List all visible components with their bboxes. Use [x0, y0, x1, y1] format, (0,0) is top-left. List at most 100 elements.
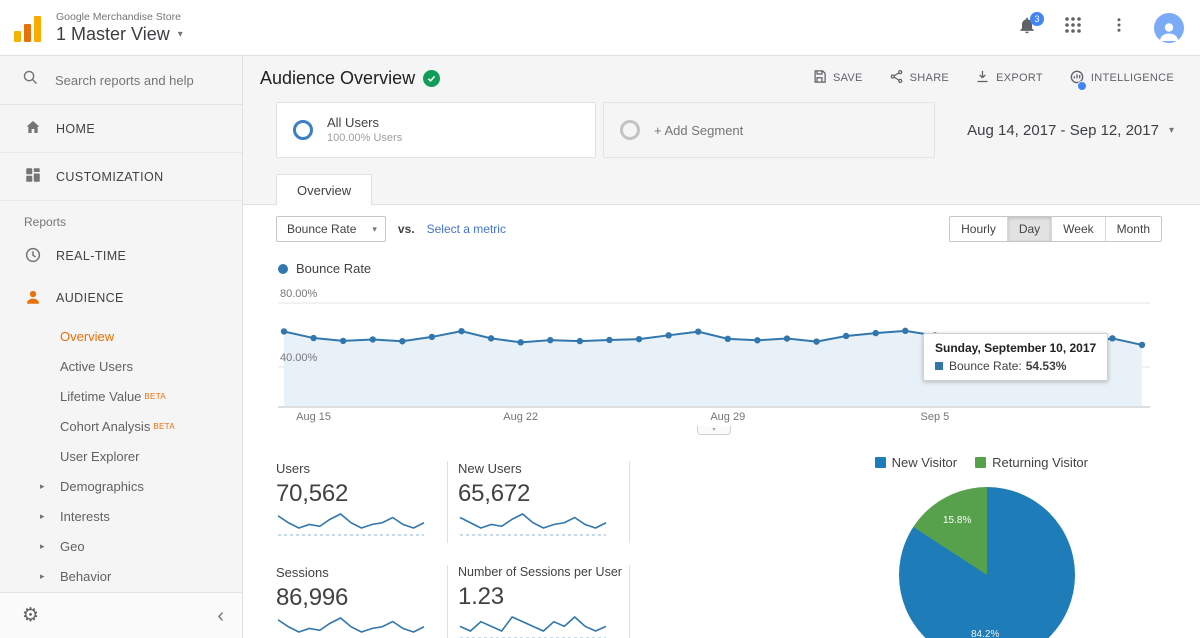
collapse-sidebar-icon[interactable]: ‹ — [217, 606, 224, 626]
submenu-label: Overview — [60, 329, 114, 344]
tooltip-date: Sunday, September 10, 2017 — [935, 341, 1096, 355]
select-metric-link[interactable]: Select a metric — [427, 222, 506, 236]
share-button[interactable]: SHARE — [889, 69, 949, 87]
new-users-sparkline — [458, 510, 608, 540]
google-analytics-logo[interactable] — [14, 14, 44, 42]
summary-metrics: Users 70,562 New Users 65,672 Sessions 8… — [276, 461, 630, 638]
visitor-type-pie-chart[interactable]: 15.8% 84.2% — [899, 487, 1075, 638]
granularity-month-button[interactable]: Month — [1105, 217, 1161, 241]
submenu-label: Lifetime Value — [60, 389, 141, 404]
bounce-rate-line-chart[interactable]: 80.00% 40.00% Aug 15Aug 22Aug 29Sep 5 ▾ … — [278, 283, 1150, 441]
metric-value: 86,996 — [276, 584, 439, 612]
date-range-text: Aug 14, 2017 - Sep 12, 2017 — [967, 122, 1159, 139]
granularity-hourly-button[interactable]: Hourly — [950, 217, 1007, 241]
returning-visitor-swatch — [975, 457, 986, 468]
metric-value: 65,672 — [458, 480, 621, 508]
add-segment-button[interactable]: + Add Segment — [603, 102, 935, 158]
sidebar-item-cohort-analysis[interactable]: Cohort Analysis BETA — [0, 411, 242, 441]
sidebar-item-realtime[interactable]: REAL-TIME — [0, 235, 242, 277]
sidebar-item-behavior[interactable]: ▸ Behavior — [0, 561, 242, 591]
series-dot-icon — [278, 264, 288, 274]
y-axis-label: 80.00% — [280, 288, 317, 300]
sidebar-search[interactable] — [0, 56, 242, 105]
metric-label: Number of Sessions per User — [458, 565, 621, 579]
chart-tooltip: Sunday, September 10, 2017 Bounce Rate: … — [923, 333, 1108, 381]
view-caret-icon[interactable]: ▾ — [178, 29, 183, 40]
tab-overview[interactable]: Overview — [276, 174, 372, 205]
account-name: Google Merchandise Store — [56, 11, 183, 24]
users-sparkline — [276, 510, 426, 540]
sidebar-item-geo[interactable]: ▸ Geo — [0, 531, 242, 561]
granularity-week-button[interactable]: Week — [1051, 217, 1104, 241]
y-axis-label: 40.00% — [280, 352, 317, 364]
submenu-label: Interests — [60, 509, 110, 524]
vs-label: vs. — [398, 222, 415, 236]
pie-slice-label-new: 84.2% — [971, 629, 999, 638]
sidebar-item-label: AUDIENCE — [56, 291, 124, 305]
search-input[interactable] — [53, 72, 213, 89]
sidebar-item-label: CUSTOMIZATION — [56, 170, 164, 184]
share-icon — [889, 69, 904, 87]
expand-arrow-icon[interactable]: ▸ — [40, 481, 45, 492]
settings-gear-icon[interactable]: ⚙ — [22, 604, 39, 627]
verified-check-icon — [423, 70, 440, 87]
date-range-selector[interactable]: Aug 14, 2017 - Sep 12, 2017 ▾ — [967, 122, 1174, 139]
sidebar-item-home[interactable]: HOME — [0, 105, 242, 153]
account-view-block: Google Merchandise Store 1 Master View ▾ — [56, 11, 183, 44]
submenu-label: User Explorer — [60, 449, 139, 464]
add-segment-label: + Add Segment — [654, 123, 743, 138]
segment-all-users[interactable]: All Users 100.00% Users — [276, 102, 596, 158]
metric-selector-dropdown[interactable]: Bounce Rate ▾ — [276, 216, 386, 242]
overflow-menu-button[interactable] — [1108, 17, 1130, 39]
submenu-label: Behavior — [60, 569, 111, 584]
home-icon — [24, 118, 42, 139]
timeline-scrubber-handle[interactable]: ▾ — [697, 426, 731, 435]
beta-badge: BETA — [153, 422, 175, 431]
sidebar-item-user-explorer[interactable]: User Explorer — [0, 441, 242, 471]
sidebar-item-interests[interactable]: ▸ Interests — [0, 501, 242, 531]
x-axis-labels: Aug 15Aug 22Aug 29Sep 5 — [278, 411, 1150, 425]
segment-title: All Users — [327, 115, 402, 131]
export-button[interactable]: EXPORT — [975, 69, 1043, 87]
sidebar-item-lifetime-value[interactable]: Lifetime Value BETA — [0, 381, 242, 411]
beta-badge: BETA — [144, 392, 166, 401]
expand-arrow-icon[interactable]: ▸ — [40, 511, 45, 522]
main-panel: Audience Overview SAVE — [243, 56, 1200, 638]
report-header-area: Audience Overview SAVE — [243, 56, 1200, 205]
expand-arrow-icon[interactable]: ▸ — [40, 571, 45, 582]
metric-sessions: Sessions 86,996 — [276, 565, 448, 638]
metric-value: 70,562 — [276, 480, 439, 508]
legend-label: New Visitor — [892, 455, 958, 470]
sidebar-item-demographics[interactable]: ▸ Demographics — [0, 471, 242, 501]
page-title: Audience Overview — [260, 68, 415, 89]
intelligence-label: INTELLIGENCE — [1091, 72, 1174, 84]
export-download-icon — [975, 69, 990, 87]
save-label: SAVE — [833, 72, 863, 84]
apps-grid-button[interactable] — [1062, 17, 1084, 39]
granularity-day-button[interactable]: Day — [1007, 217, 1051, 241]
view-selector[interactable]: 1 Master View — [56, 24, 170, 44]
save-button[interactable]: SAVE — [812, 69, 863, 87]
tab-label: Overview — [297, 183, 351, 198]
expand-arrow-icon[interactable]: ▸ — [40, 541, 45, 552]
user-avatar[interactable] — [1154, 13, 1184, 43]
notifications-button[interactable]: 3 — [1016, 17, 1038, 39]
sidebar-item-customization[interactable]: CUSTOMIZATION — [0, 153, 242, 201]
submenu-label: Demographics — [60, 479, 144, 494]
pie-legend: New Visitor Returning Visitor — [888, 455, 1088, 470]
sidebar-item-audience[interactable]: AUDIENCE — [0, 277, 242, 319]
chart-series-legend: Bounce Rate — [278, 261, 371, 276]
segment-ring-icon — [293, 120, 313, 140]
sidebar-item-active-users[interactable]: Active Users — [0, 351, 242, 381]
intelligence-badge — [1077, 81, 1087, 91]
pie-slice-label-returning: 15.8% — [943, 515, 971, 526]
sidebar-item-overview[interactable]: Overview — [0, 321, 242, 351]
tooltip-series-swatch — [935, 362, 943, 370]
metric-value: 1.23 — [458, 583, 621, 611]
submenu-label: Active Users — [60, 359, 133, 374]
intelligence-button[interactable]: INTELLIGENCE — [1069, 69, 1174, 88]
clock-icon — [24, 246, 42, 267]
sessions-sparkline — [276, 614, 426, 638]
legend-returning-visitor: Returning Visitor — [975, 455, 1088, 470]
metric-label: Users — [276, 461, 439, 476]
